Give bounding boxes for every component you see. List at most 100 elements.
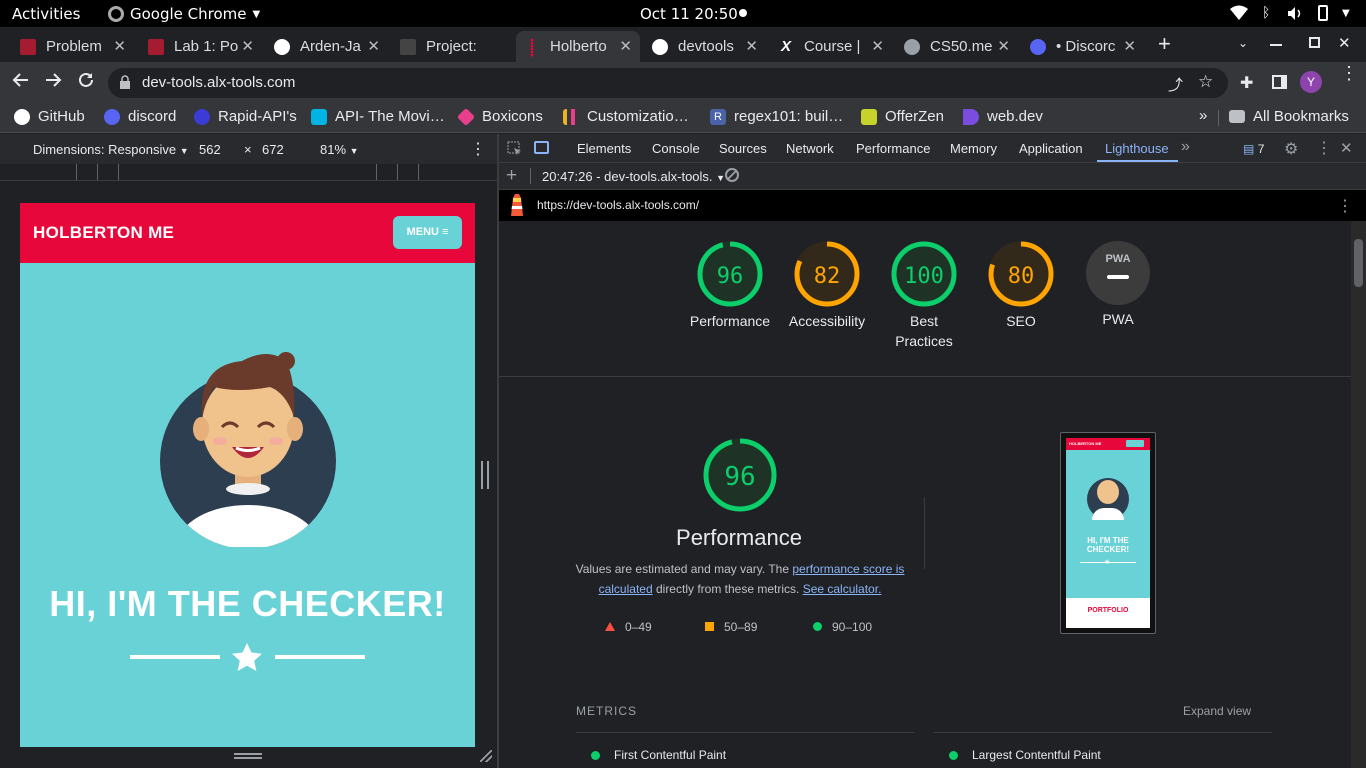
app-menu[interactable]: Google Chrome ▼ (108, 5, 260, 23)
score-gauge-pwa[interactable]: PWA PWA (1068, 241, 1168, 329)
close-tab-icon[interactable]: ✕ (619, 37, 632, 55)
height-input[interactable]: 672 (262, 142, 284, 157)
browser-tab[interactable]: • Discorc ✕ (1022, 31, 1144, 62)
close-tab-icon[interactable]: ✕ (241, 37, 254, 55)
report-url[interactable]: https://dev-tools.alx-tools.com/ (537, 198, 699, 212)
resize-handle-bottom[interactable] (234, 753, 262, 759)
more-tabs-chevron-icon[interactable]: » (1181, 138, 1190, 156)
devtools-tab-memory[interactable]: Memory (950, 141, 997, 156)
browser-tab[interactable]: Problem ✕ (12, 31, 134, 62)
report-scrollbar[interactable] (1351, 221, 1366, 768)
battery-icon[interactable] (1318, 5, 1328, 21)
expand-view-button[interactable]: Expand view (1183, 704, 1251, 718)
width-input[interactable]: 562 (199, 142, 221, 157)
resize-corner-icon[interactable] (480, 750, 492, 762)
bookmark-github[interactable]: GitHub (14, 108, 85, 125)
report-session-dropdown[interactable]: 20:47:26 - dev-tools.alx-tools. ▼ (542, 169, 725, 184)
tab-title: Holberto (550, 38, 607, 55)
inspect-element-icon[interactable] (507, 141, 522, 159)
close-tab-icon[interactable]: ✕ (871, 37, 884, 55)
score-gauge-seo[interactable]: 80 SEO (971, 241, 1071, 331)
browser-tab[interactable]: Arden-Ja ✕ (266, 31, 388, 62)
times-symbol: × (244, 142, 252, 157)
final-screenshot-thumbnail[interactable]: HOLBERTON ME HI, I'M THE CHECKER! ★ PORT… (1060, 432, 1156, 634)
devtools-tab-application[interactable]: Application (1019, 141, 1083, 156)
devtools-menu-icon[interactable]: ⋮ (1316, 138, 1332, 158)
see-calculator-link[interactable]: See calculator. (803, 582, 882, 596)
toolbar-separator (530, 168, 531, 184)
close-tab-icon[interactable]: ✕ (367, 37, 380, 55)
browser-tab[interactable]: X Course | ✕ (770, 31, 892, 62)
bookmark-tmdb[interactable]: API- The Movi… (311, 108, 445, 125)
bluetooth-icon[interactable]: ᛒ (1262, 5, 1270, 21)
activities-button[interactable]: Activities (12, 5, 80, 23)
browser-tab[interactable]: CS50.me ✕ (896, 31, 1018, 62)
browser-tab[interactable]: devtools ✕ (644, 31, 766, 62)
score-gauge-accessibility[interactable]: 82 Accessibility (777, 241, 877, 331)
close-tab-icon[interactable]: ✕ (1123, 37, 1136, 55)
back-arrow-icon[interactable] (12, 71, 30, 94)
bookmark-regex101[interactable]: Rregex101: buil… (710, 108, 843, 125)
devtools-tab-console[interactable]: Console (652, 141, 700, 156)
more-bookmarks-chevron-icon[interactable]: » (1199, 107, 1207, 124)
media-query-ruler[interactable] (0, 164, 497, 181)
menu-button[interactable]: MENU ≡ (393, 216, 462, 249)
bookmark-label: Customizatio… (587, 108, 689, 125)
forward-arrow-icon[interactable] (44, 71, 62, 94)
browser-tab[interactable]: Lab 1: Po ✕ (140, 31, 262, 62)
gear-icon[interactable]: ⚙ (1284, 139, 1298, 159)
new-report-icon[interactable]: + (506, 165, 517, 187)
browser-tab[interactable]: Project: (392, 31, 514, 62)
close-window-icon[interactable]: ✕ (1338, 34, 1351, 52)
clear-reports-icon[interactable] (725, 168, 739, 182)
profile-avatar[interactable]: Y (1300, 71, 1322, 93)
devtools-tab-performance[interactable]: Performance (856, 141, 930, 156)
omnibox[interactable]: dev-tools.alx-tools.com ⤴ ☆ (108, 68, 1228, 98)
bookmark-customization[interactable]: Customizatio… (563, 108, 689, 125)
close-tab-icon[interactable]: ✕ (113, 37, 126, 55)
bookmark-rapid-api[interactable]: Rapid-API's (194, 108, 297, 125)
share-icon[interactable]: ⤴ (1168, 74, 1183, 95)
device-toggle-icon[interactable] (534, 141, 549, 154)
close-devtools-icon[interactable]: ✕ (1340, 139, 1353, 157)
side-panel-icon[interactable] (1272, 75, 1287, 89)
issues-counter[interactable]: ▤ 7 (1243, 142, 1264, 156)
volume-icon[interactable] (1287, 6, 1303, 25)
reload-icon[interactable] (77, 71, 95, 94)
close-tab-icon[interactable]: ✕ (745, 37, 758, 55)
maximize-window-icon[interactable] (1309, 37, 1320, 48)
report-menu-icon[interactable]: ⋮ (1337, 196, 1353, 216)
site-info-icon[interactable] (120, 75, 130, 89)
chrome-menu-icon[interactable]: ⋮ (1340, 64, 1358, 82)
clock[interactable]: Oct 11 20:50 (640, 5, 738, 23)
score-gauge-best-practices[interactable]: 100 Best Practices (874, 241, 974, 351)
scrollbar-thumb[interactable] (1354, 239, 1363, 287)
devtools-tab-network[interactable]: Network (786, 141, 834, 156)
resize-handle-right[interactable] (481, 461, 489, 489)
tab-search-chevron-icon[interactable]: ⌄ (1238, 36, 1248, 50)
browser-tab-active[interactable]: ⸽ Holberto ✕ (516, 31, 640, 62)
bookmark-star-icon[interactable]: ☆ (1198, 72, 1213, 92)
bookmark-offerzen[interactable]: OfferZen (861, 108, 944, 125)
ruler-mark (397, 164, 398, 180)
bookmark-boxicons[interactable]: Boxicons (456, 107, 543, 126)
minimize-window-icon[interactable] (1270, 44, 1282, 46)
bookmark-discord[interactable]: discord (104, 108, 176, 125)
url-text[interactable]: dev-tools.alx-tools.com (142, 74, 295, 91)
devtools-tab-lighthouse[interactable]: Lighthouse (1105, 141, 1169, 156)
dimensions-dropdown[interactable]: Dimensions: Responsive ▼ (33, 142, 189, 157)
extensions-icon[interactable]: ✚ (1240, 73, 1253, 93)
close-tab-icon[interactable]: ✕ (997, 37, 1010, 55)
score-gauge-performance[interactable]: 96 Performance (680, 241, 780, 331)
new-tab-button[interactable]: + (1158, 31, 1171, 57)
wifi-icon[interactable] (1230, 5, 1248, 21)
bookmark-webdev[interactable]: web.dev (963, 108, 1043, 125)
site-brand[interactable]: HOLBERTON ME (33, 223, 174, 243)
all-bookmarks-folder[interactable]: All Bookmarks (1229, 108, 1349, 125)
devtools-tab-sources[interactable]: Sources (719, 141, 767, 156)
thumbnail-brand: HOLBERTON ME (1069, 441, 1102, 446)
system-menu-chevron-icon[interactable]: ▼ (1342, 8, 1350, 19)
zoom-dropdown[interactable]: 81% ▼ (320, 142, 359, 157)
devtools-tab-elements[interactable]: Elements (577, 141, 631, 156)
device-options-icon[interactable]: ⋮ (470, 139, 486, 159)
